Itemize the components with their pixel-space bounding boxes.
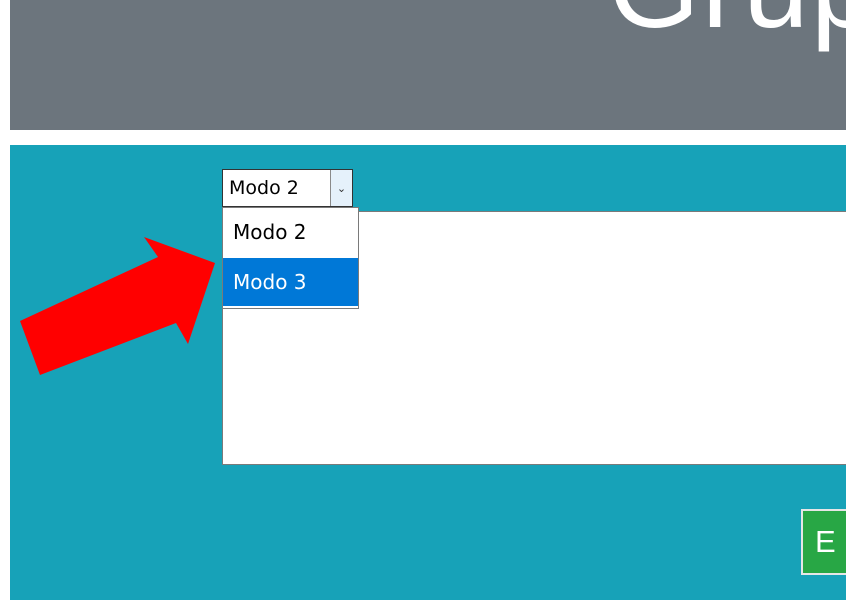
- red-arrow-icon: [20, 237, 215, 375]
